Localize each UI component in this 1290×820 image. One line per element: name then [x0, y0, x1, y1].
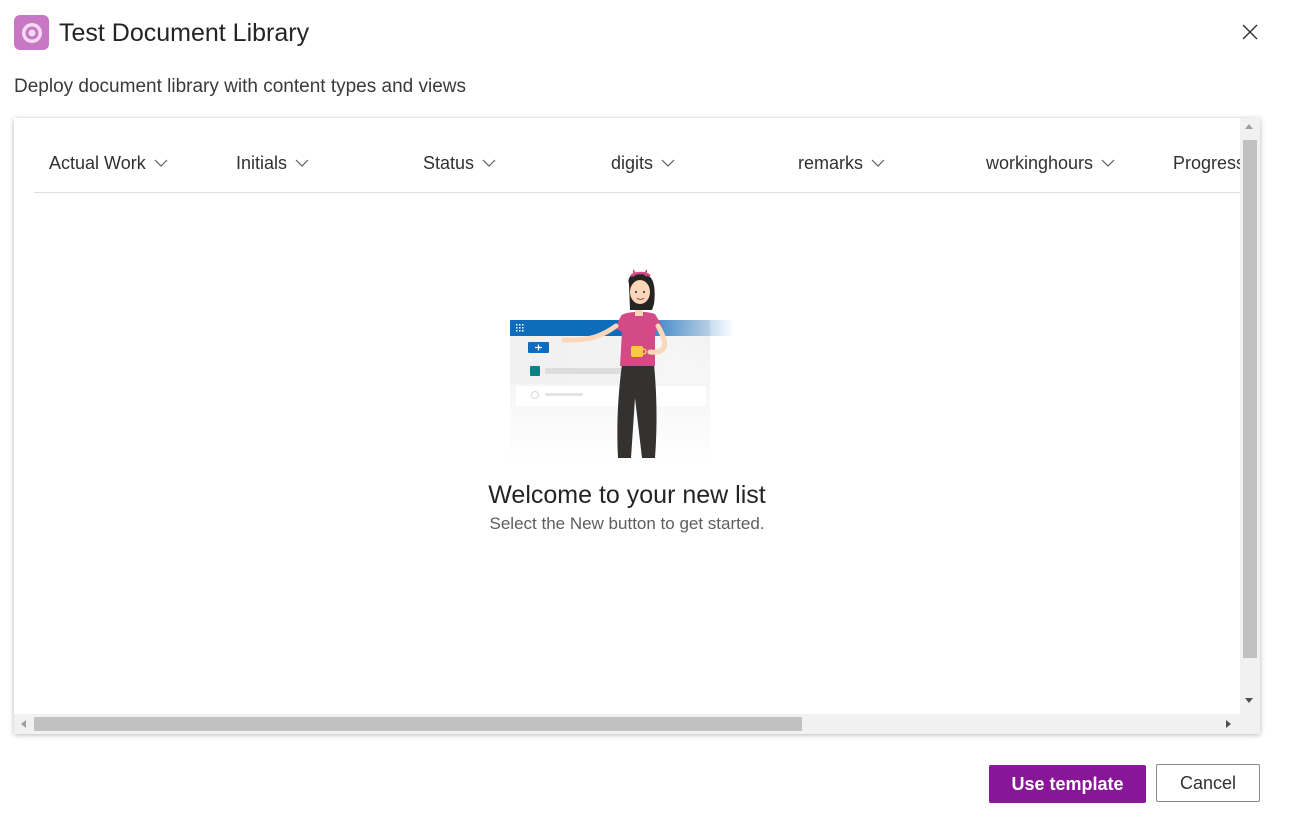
column-header-workinghours[interactable]: workinghours [986, 151, 1115, 175]
column-header-label: Progress [1173, 152, 1240, 173]
chevron-down-icon [871, 159, 885, 167]
scrollbar-corner [1240, 714, 1260, 734]
use-template-button[interactable]: Use template [989, 765, 1146, 803]
column-header-row: Actual Work Initials Status digits remar… [34, 118, 1240, 193]
empty-list-illustration [510, 269, 734, 465]
column-header-label: Initials [236, 152, 288, 173]
empty-state-heading: Welcome to your new list [488, 481, 766, 509]
list-preview: Actual Work Initials Status digits remar… [14, 118, 1260, 734]
chevron-down-icon [661, 159, 675, 167]
scroll-down-arrow-icon[interactable] [1245, 698, 1253, 703]
scroll-up-arrow-icon[interactable] [1245, 124, 1253, 129]
preview-viewport: Actual Work Initials Status digits remar… [14, 118, 1240, 714]
close-icon [1242, 24, 1258, 40]
column-header-label: digits [611, 152, 654, 173]
list-template-icon [21, 22, 42, 43]
dialog-subtitle: Deploy document library with content typ… [14, 76, 467, 97]
vertical-scrollbar[interactable] [1240, 118, 1260, 714]
scroll-left-arrow-icon[interactable] [21, 720, 26, 728]
empty-state-subtext: Select the New button to get started. [489, 514, 765, 533]
chevron-down-icon [154, 159, 168, 167]
cancel-button[interactable]: Cancel [1156, 764, 1260, 802]
column-header-actual-work[interactable]: Actual Work [49, 151, 168, 175]
column-header-label: Actual Work [49, 152, 146, 173]
chevron-down-icon [295, 159, 309, 167]
column-header-remarks[interactable]: remarks [798, 151, 885, 175]
chevron-down-icon [1101, 159, 1115, 167]
horizontal-scroll-thumb[interactable] [34, 717, 802, 731]
dialog-title: Test Document Library [59, 19, 310, 47]
column-header-label: remarks [798, 152, 864, 173]
column-header-label: workinghours [986, 152, 1094, 173]
column-header-progress[interactable]: Progress [1173, 151, 1240, 175]
chevron-down-icon [482, 159, 496, 167]
app-icon [14, 15, 49, 50]
column-header-digits[interactable]: digits [611, 151, 675, 175]
column-header-label: Status [423, 152, 475, 173]
horizontal-scrollbar[interactable] [14, 714, 1240, 734]
column-header-initials[interactable]: Initials [236, 151, 309, 175]
close-button[interactable] [1236, 18, 1264, 46]
vertical-scroll-thumb[interactable] [1243, 140, 1257, 658]
column-header-status[interactable]: Status [423, 151, 496, 175]
scroll-right-arrow-icon[interactable] [1226, 720, 1231, 728]
